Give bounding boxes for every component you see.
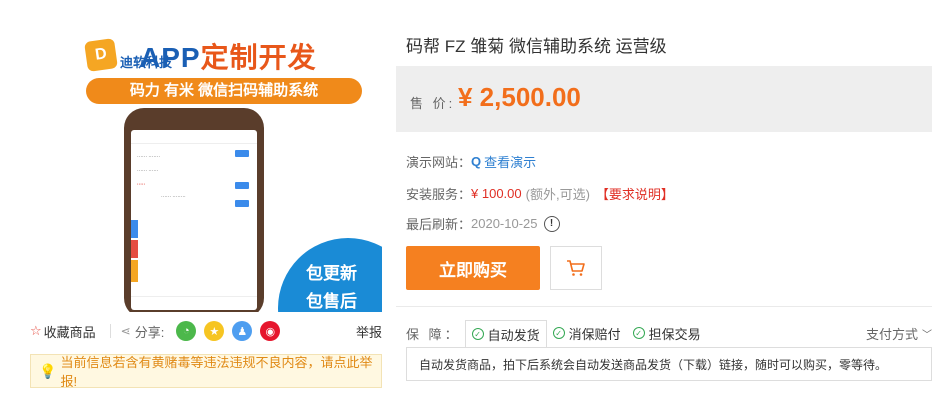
product-actions: ☆ 收藏商品 ⋖ 分享: ◔ ★ ♟ ◉ 举报 <box>30 318 382 344</box>
share-icon: ⋖ <box>120 324 131 338</box>
product-title: 码帮 FZ 雏菊 微信辅助系统 运营级 <box>406 37 667 56</box>
page: D 迪软科技 APP定制开发 码力 有米 微信扫码辅助系统 ······ ···… <box>0 0 942 412</box>
demo-link[interactable]: Q 查看演示 <box>471 152 536 171</box>
buy-now-button[interactable]: 立即购买 <box>406 246 540 290</box>
qzone-share-icon[interactable]: ★ <box>204 321 225 341</box>
refresh-row: 最后刷新： 2020-10-25 ! <box>406 214 560 233</box>
tab-escrow[interactable]: ✓ 担保交易 <box>627 320 707 346</box>
share-label: ⋖ 分享: <box>120 324 165 340</box>
cart-icon <box>567 260 585 276</box>
install-label: 安装服务： <box>406 187 472 202</box>
promo-bubble-text: 包更新 包售后 <box>306 264 357 311</box>
refresh-date: 2020-10-25 <box>471 216 538 231</box>
price-label: 售 价: <box>410 96 456 111</box>
phone-screen: ······ ······· ······ ······ ····· ·····… <box>131 130 257 310</box>
install-price: ¥ 100.00 <box>471 186 522 201</box>
tab-auto-delivery[interactable]: ✓ 自动发货 <box>464 320 547 348</box>
product-image[interactable]: D 迪软科技 APP定制开发 码力 有米 微信扫码辅助系统 ······ ···… <box>38 30 382 312</box>
section-divider <box>396 306 932 307</box>
favorite-button[interactable]: ☆ 收藏商品 <box>30 322 96 341</box>
brand-logo: D <box>84 37 118 72</box>
refresh-label: 最后刷新： <box>406 217 472 232</box>
report-link[interactable]: 举报 <box>356 322 382 341</box>
guarantee-description: 自动发货商品，拍下后系统会自动发送商品发货（下载）链接，随时可以购买，零等待。 <box>406 347 932 381</box>
chevron-down-icon: ﹀ <box>922 329 932 341</box>
price-box: 售 价: ¥ 2,500.00 <box>396 66 932 132</box>
install-note: (额外,可选) <box>525 187 590 202</box>
price-value: ¥ 2,500.00 <box>458 82 581 112</box>
search-icon: Q <box>471 154 482 169</box>
report-notice[interactable]: 💡 当前信息若含有黄赌毒等违法违规不良内容，请点此举报! <box>30 354 382 389</box>
install-requirements-link[interactable]: 【要求说明】 <box>596 184 674 203</box>
phone-mockup: ······ ······· ······ ······ ····· ·····… <box>124 108 264 312</box>
image-headline: APP定制开发 <box>140 42 317 73</box>
wechat-share-icon[interactable]: ◔ <box>176 321 197 341</box>
qq-share-icon[interactable]: ♟ <box>232 321 253 341</box>
guarantee-label: 保 障： <box>406 326 461 342</box>
guarantee-tabs: 保 障： ✓ 自动发货 ✓ 消保赔付 ✓ 担保交易 支付方式 ﹀ <box>406 320 932 348</box>
check-icon: ✓ <box>471 328 484 340</box>
image-banner: 码力 有米 微信扫码辅助系统 <box>86 78 362 104</box>
star-icon: ☆ <box>30 323 42 338</box>
divider <box>109 324 111 338</box>
weibo-share-icon[interactable]: ◉ <box>260 321 281 341</box>
lightbulb-icon: 💡 <box>39 362 57 379</box>
help-icon[interactable]: ! <box>543 215 560 232</box>
check-icon: ✓ <box>552 327 565 339</box>
tab-consumer-protection[interactable]: ✓ 消保赔付 <box>547 320 627 346</box>
notice-text: 当前信息若含有黄赌毒等违法违规不良内容，请点此举报! <box>60 355 373 389</box>
favorite-label: 收藏商品 <box>43 324 96 340</box>
payment-methods-dropdown[interactable]: 支付方式 ﹀ <box>866 324 932 343</box>
install-row: 安装服务： ¥ 100.00 (额外,可选) 【要求说明】 <box>406 184 674 203</box>
check-icon: ✓ <box>632 327 645 339</box>
demo-label: 演示网站： <box>406 155 472 170</box>
demo-row: 演示网站： Q 查看演示 <box>406 152 536 171</box>
add-to-cart-button[interactable] <box>550 246 602 290</box>
